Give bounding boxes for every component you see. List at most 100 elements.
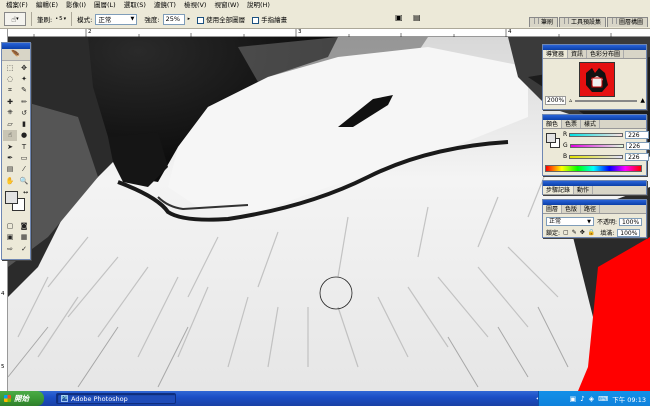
- tab-color[interactable]: 顏色: [543, 120, 563, 128]
- red-value-input[interactable]: 226: [625, 130, 650, 139]
- green-slider[interactable]: [569, 143, 624, 148]
- standard-mode-icon[interactable]: ▢: [3, 220, 17, 231]
- marquee-tool-icon[interactable]: ⬚: [3, 62, 17, 73]
- feather-logo-icon[interactable]: 🪶: [2, 49, 30, 61]
- tab-actions[interactable]: 動作: [574, 186, 594, 194]
- smudge-tool-icon[interactable]: ☝: [3, 129, 17, 142]
- palette-tab-brushes[interactable]: 筆刷: [528, 17, 558, 27]
- blue-slider[interactable]: [569, 154, 624, 159]
- tab-histogram[interactable]: 色彩分布圖: [587, 50, 625, 58]
- color-spectrum-bar[interactable]: [545, 165, 642, 172]
- file-browser-icon[interactable]: ▣: [395, 13, 403, 22]
- zoom-out-icon[interactable]: ▵: [569, 97, 572, 104]
- lock-transparency-icon[interactable]: ▢: [563, 229, 569, 236]
- volume-icon[interactable]: ♪: [580, 395, 584, 403]
- start-button[interactable]: 開始: [0, 391, 44, 406]
- opacity-row: 不透明: 100%: [597, 217, 643, 226]
- hand-tool-icon[interactable]: ✋: [3, 175, 17, 186]
- menu-select[interactable]: 選取(S): [120, 0, 150, 10]
- crop-tool-icon[interactable]: ⌗: [3, 85, 17, 96]
- slice-tool-icon[interactable]: ✎: [17, 85, 31, 96]
- history-brush-tool-icon[interactable]: ↺: [17, 107, 31, 118]
- tab-paths[interactable]: 路徑: [581, 205, 601, 213]
- fill-input[interactable]: 100%: [617, 228, 641, 237]
- blue-value-input[interactable]: 226: [625, 152, 650, 161]
- move-tool-icon[interactable]: ✥: [17, 62, 31, 73]
- zoom-in-icon[interactable]: ▲: [640, 97, 645, 104]
- options-bar: ☝ ▾ 筆刷: • 5 ▾ 模式: 正常 ▼ 強度: 25% ▸ 使用全部圖層 手指繪畫…: [0, 10, 650, 29]
- navigator-thumbnail[interactable]: [579, 62, 615, 97]
- screen-mode-standard-icon[interactable]: ▣: [3, 232, 17, 243]
- quick-mask-icon[interactable]: ◙: [17, 220, 31, 231]
- tab-channels[interactable]: 色版: [562, 205, 582, 213]
- eyedropper-tool-icon[interactable]: ⁄: [17, 164, 31, 175]
- eraser-tool-icon[interactable]: ▱: [3, 118, 17, 129]
- ruler-label: 3: [298, 29, 302, 35]
- panel-tabs: 圖層 色版 路徑: [543, 205, 646, 214]
- security-icon[interactable]: ◈: [589, 395, 594, 403]
- red-slider[interactable]: [569, 132, 624, 137]
- strength-label: 強度:: [144, 16, 160, 24]
- mode-select[interactable]: 正常 ▼: [95, 13, 138, 25]
- history-panel: 步驟記錄 動作: [542, 180, 647, 195]
- palette-well: 筆刷 工具預設集 圖層構圖: [528, 12, 648, 27]
- lasso-tool-icon[interactable]: ◌: [3, 73, 17, 84]
- brush-tool-icon[interactable]: ✏: [17, 96, 31, 107]
- ruler-horizontal[interactable]: 2 3 4: [8, 29, 650, 37]
- check-icon[interactable]: ✓: [17, 243, 31, 254]
- notes-tool-icon[interactable]: ▤: [3, 164, 17, 175]
- zoom-slider[interactable]: [575, 99, 638, 102]
- lock-image-icon[interactable]: ✎: [572, 229, 577, 236]
- color-panel-foreground-swatch[interactable]: [546, 133, 556, 143]
- opacity-input[interactable]: 100%: [619, 217, 643, 226]
- tab-history[interactable]: 步驟記錄: [543, 186, 575, 194]
- tab-navigator[interactable]: 導覽器: [543, 50, 569, 58]
- all-layers-checkbox[interactable]: 使用全部圖層: [197, 14, 245, 24]
- clock[interactable]: 下午 09:13: [612, 394, 646, 404]
- type-tool-icon[interactable]: T: [17, 141, 31, 152]
- dodge-tool-icon[interactable]: ●: [17, 130, 31, 141]
- toggle-palettes-icon[interactable]: ▤: [413, 13, 421, 22]
- tab-info[interactable]: 資訊: [568, 50, 588, 58]
- menu-file[interactable]: 檔案(F): [2, 0, 32, 10]
- tab-swatches[interactable]: 色票: [562, 120, 582, 128]
- taskbar-app-button[interactable]: Ps Adobe Photoshop: [56, 393, 176, 404]
- tab-layers[interactable]: 圖層: [543, 205, 563, 213]
- lock-all-icon[interactable]: 🔒: [588, 229, 595, 236]
- menu-filter[interactable]: 濾鏡(T): [150, 0, 180, 10]
- language-icon[interactable]: ⌨: [598, 395, 608, 403]
- healing-brush-tool-icon[interactable]: ✚: [3, 96, 17, 107]
- network-icon[interactable]: ▣: [570, 395, 577, 403]
- zoom-tool-icon[interactable]: 🔍: [17, 175, 31, 186]
- palette-tab-tool-presets[interactable]: 工具預設集: [558, 17, 606, 27]
- pen-tool-icon[interactable]: ✒: [3, 152, 17, 163]
- strength-slider-arrow-icon[interactable]: ▸: [188, 16, 191, 22]
- menu-edit[interactable]: 編輯(E): [32, 0, 62, 10]
- magic-wand-tool-icon[interactable]: ✦: [17, 73, 31, 84]
- strength-input[interactable]: 25%: [162, 13, 185, 25]
- menu-help[interactable]: 說明(H): [243, 0, 274, 10]
- swap-colors-icon[interactable]: ↔: [23, 189, 28, 196]
- clone-stamp-tool-icon[interactable]: ⎈: [3, 107, 17, 118]
- brush-picker[interactable]: • 5 ▾: [55, 16, 66, 22]
- zoom-value[interactable]: 200%: [545, 96, 567, 105]
- all-layers-label: 使用全部圖層: [206, 16, 246, 24]
- shape-tool-icon[interactable]: ▭: [17, 152, 31, 163]
- tool-preset-picker[interactable]: ☝ ▾: [4, 12, 26, 26]
- jump-to-imageready-icon[interactable]: ⇨: [3, 243, 17, 254]
- menu-image[interactable]: 影像(I): [62, 0, 90, 10]
- menu-layer[interactable]: 圖層(L): [90, 0, 120, 10]
- foreground-color-swatch[interactable]: [5, 191, 18, 205]
- screen-mode-full-icon[interactable]: ▦: [17, 232, 31, 243]
- menu-window[interactable]: 視窗(W): [210, 0, 243, 10]
- path-selection-tool-icon[interactable]: ➤: [3, 141, 17, 152]
- lock-position-icon[interactable]: ✥: [580, 229, 585, 236]
- finger-painting-checkbox[interactable]: 手指繪畫: [252, 14, 287, 24]
- palette-tab-layer-comps[interactable]: 圖層構圖: [606, 17, 648, 27]
- tab-styles[interactable]: 樣式: [581, 120, 601, 128]
- menu-view[interactable]: 檢視(V): [180, 0, 211, 10]
- gradient-tool-icon[interactable]: ▮: [17, 118, 31, 129]
- blend-mode-select[interactable]: 正常 ▼: [546, 217, 594, 226]
- windows-logo-icon: [4, 395, 11, 402]
- green-value-input[interactable]: 226: [625, 141, 650, 150]
